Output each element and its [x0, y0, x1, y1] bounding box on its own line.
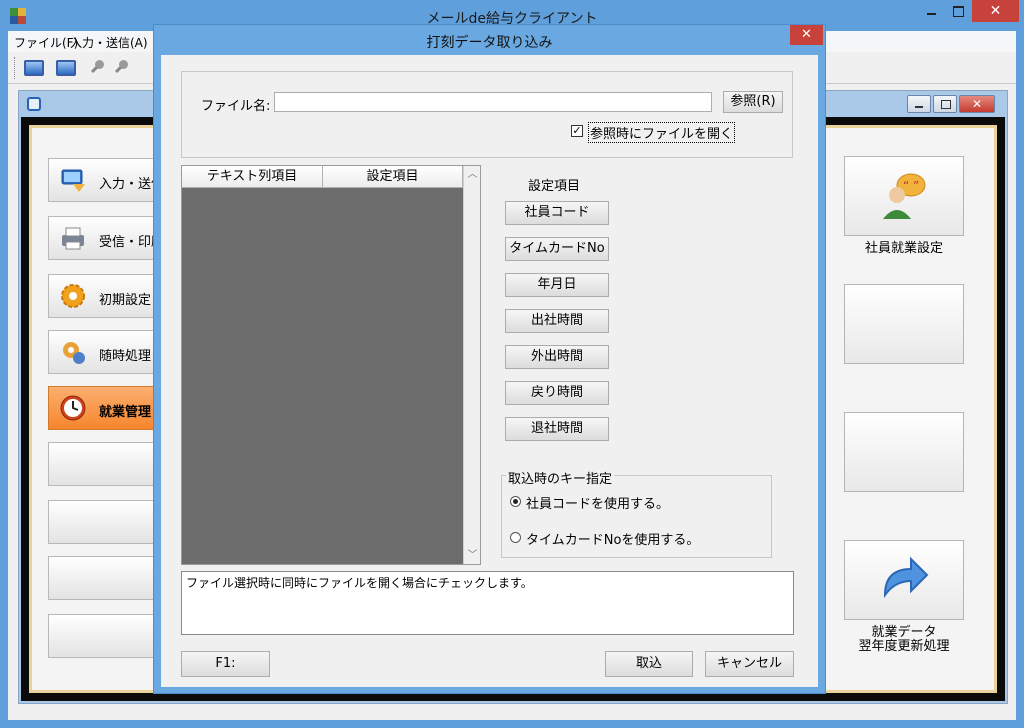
menu-button-label: 初期設定 — [99, 293, 152, 308]
import-dialog: 打刻データ取り込み ✕ ファイル名: 参照(R) ✓ 参照時にファイルを開く テ… — [153, 24, 826, 694]
key-group-legend: 取込時のキー指定 — [506, 468, 615, 487]
settings-title: 設定項目 — [528, 179, 581, 194]
mdi-close-button[interactable]: ✕ — [959, 95, 995, 113]
svg-text:“ ”: “ ” — [903, 179, 919, 193]
f1-button[interactable]: F1: — [181, 651, 270, 677]
tile-label-line2: 翌年度更新処理 — [858, 639, 950, 654]
file-name-input[interactable] — [274, 92, 712, 112]
setting-go-out-button[interactable]: 外出時間 — [505, 345, 609, 369]
grid-header: テキスト列項目 設定項目 — [182, 166, 463, 188]
setting-date-button[interactable]: 年月日 — [505, 273, 609, 297]
help-text-box: ファイル選択時に同時にファイルを開く場合にチェックします。 — [181, 571, 794, 635]
tile-employee-work-settings[interactable]: “ ” — [844, 156, 964, 236]
open-on-browse-label[interactable]: 参照時にファイルを開く — [587, 122, 736, 143]
radio-timecard-no[interactable] — [510, 532, 521, 543]
grid-column-setting-field[interactable]: 設定項目 — [323, 166, 463, 188]
setting-clock-out-button[interactable]: 退社時間 — [505, 417, 609, 441]
monitor-icon[interactable] — [24, 60, 44, 76]
pin-icon[interactable] — [88, 58, 108, 78]
import-button[interactable]: 取込 — [605, 651, 693, 677]
mdi-restore-button[interactable] — [933, 95, 957, 113]
main-window: メールde給与クライアント ✕ ファイル(F) 入力・送信(A) ✕ 入力・送信… — [0, 0, 1024, 728]
employee-speech-icon: “ ” — [879, 171, 931, 224]
file-name-label: ファイル名: — [201, 99, 271, 114]
toolbar-grip[interactable] — [14, 57, 17, 79]
menu-button-label: 随時処理 — [99, 349, 152, 364]
mdi-minimize-button[interactable] — [907, 95, 931, 113]
tile-empty[interactable] — [844, 412, 964, 492]
tools-icon — [59, 338, 87, 366]
browse-button[interactable]: 参照(R) — [723, 91, 783, 113]
tile-empty[interactable] — [844, 284, 964, 364]
grid-scrollbar[interactable]: ︿ ﹀ — [463, 166, 480, 564]
tile-label: 社員就業設定 — [864, 241, 943, 256]
menu-input-send[interactable]: 入力・送信(A) — [70, 34, 148, 51]
grid-column-text-field[interactable]: テキスト列項目 — [182, 166, 323, 188]
pin-icon[interactable] — [112, 58, 132, 78]
setting-return-button[interactable]: 戻り時間 — [505, 381, 609, 405]
radio-employee-code[interactable] — [510, 496, 521, 507]
file-group — [181, 71, 793, 158]
maximize-button[interactable] — [945, 0, 971, 22]
minimize-button[interactable] — [918, 0, 944, 22]
monitor-icon — [59, 166, 87, 194]
printer-icon — [59, 224, 87, 252]
menu-file[interactable]: ファイル(F) — [14, 34, 78, 51]
dialog-close-button[interactable]: ✕ — [790, 25, 823, 45]
scroll-down-icon[interactable]: ﹀ — [464, 547, 481, 564]
tile-next-year-update[interactable] — [844, 540, 964, 620]
clock-icon — [59, 394, 87, 422]
cancel-button[interactable]: キャンセル — [705, 651, 794, 677]
setting-clock-in-button[interactable]: 出社時間 — [505, 309, 609, 333]
gear-icon — [59, 282, 87, 310]
import-key-group: 取込時のキー指定 社員コードを使用する。 タイムカードNoを使用する。 — [501, 468, 772, 558]
setting-timecard-no-button[interactable]: タイムカードNo — [505, 237, 609, 261]
close-button[interactable]: ✕ — [972, 0, 1019, 22]
monitor-chart-icon[interactable] — [56, 60, 76, 76]
dialog-title: 打刻データ取り込み — [426, 35, 553, 51]
radio-employee-code-label[interactable]: 社員コードを使用する。 — [526, 493, 669, 512]
setting-employee-code-button[interactable]: 社員コード — [505, 201, 609, 225]
dialog-body: ファイル名: 参照(R) ✓ 参照時にファイルを開く テキスト列項目 設定項目 … — [161, 55, 818, 687]
arrow-icon — [879, 555, 931, 606]
scroll-up-icon[interactable]: ︿ — [464, 166, 481, 183]
mapping-grid[interactable]: テキスト列項目 設定項目 ︿ ﹀ — [181, 165, 481, 565]
window-icon — [27, 97, 41, 111]
tile-label-line1: 就業データ — [871, 625, 937, 640]
radio-timecard-no-label[interactable]: タイムカードNoを使用する。 — [526, 529, 699, 548]
menu-button-label: 就業管理 — [99, 405, 152, 420]
open-on-browse-checkbox[interactable]: ✓ — [571, 125, 583, 137]
